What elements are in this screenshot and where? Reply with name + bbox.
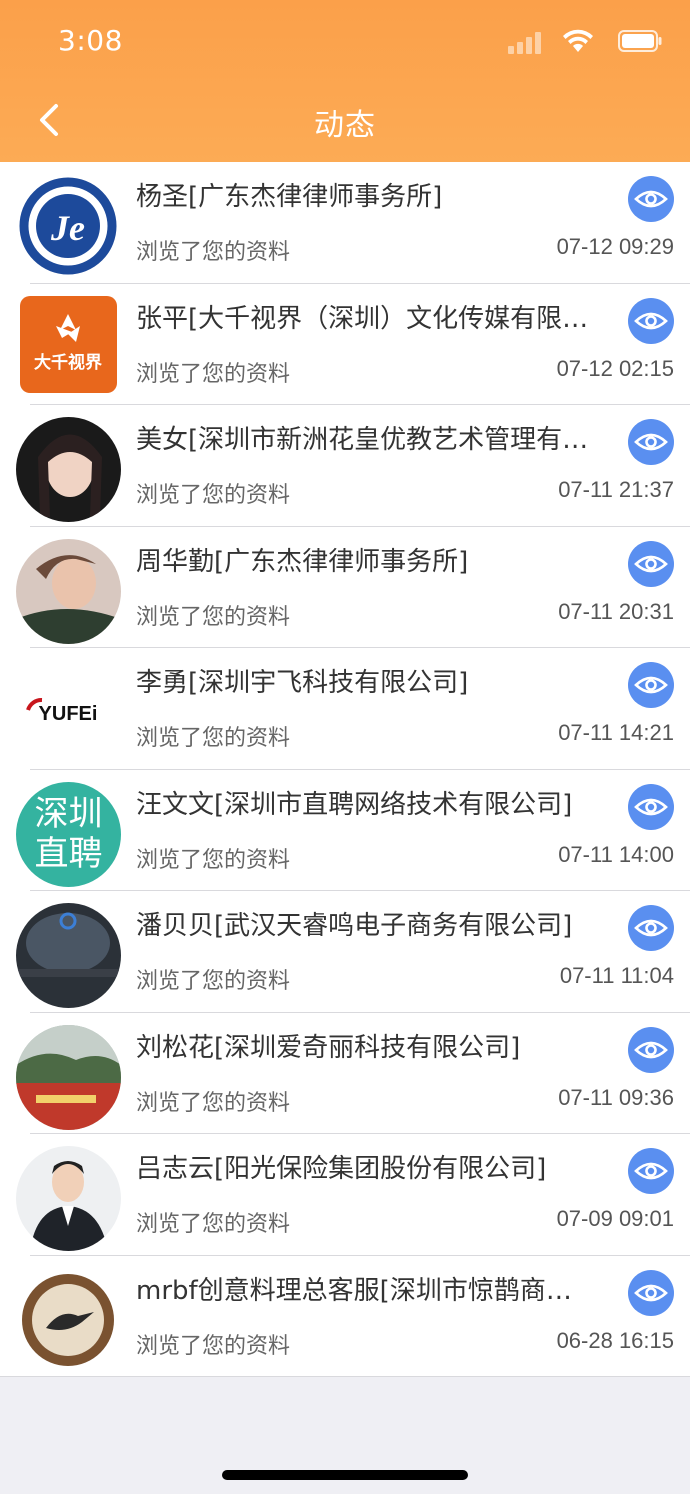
avatar: [16, 1267, 121, 1373]
action-text: 浏览了您的资料: [136, 969, 291, 994]
view-button[interactable]: [628, 1026, 674, 1073]
user-photo-icon: [16, 417, 121, 522]
avatar: [16, 417, 121, 522]
gear-bird-logo-icon: [16, 1267, 121, 1373]
eye-icon: [634, 1284, 668, 1301]
viewer-name: 周华勤[广东杰律律师事务所]: [136, 546, 469, 577]
list-item[interactable]: YUFEi 李勇[深圳宇飞科技有限公司] 浏览了您的资料 07-11 14:21: [0, 648, 690, 770]
viewer-name: 李勇[深圳宇飞科技有限公司]: [136, 668, 469, 698]
activity-list: Je 杨圣[广东杰律律师事务所] 浏览了您的资料 07-12 09:29 大千视…: [0, 162, 690, 1377]
avatar: 大千视界: [20, 295, 117, 393]
avatar: [16, 903, 121, 1008]
group-photo-icon: [16, 1024, 121, 1130]
timestamp: 07-12 02:15: [556, 355, 674, 381]
avatar: [16, 1024, 121, 1130]
view-button[interactable]: [628, 905, 674, 951]
avatar: [16, 1146, 121, 1251]
user-photo-icon: [16, 538, 121, 644]
timestamp: 07-11 21:37: [558, 477, 674, 502]
action-text: 浏览了您的资料: [136, 361, 291, 387]
avatar: YUFEi: [16, 660, 121, 765]
list-item[interactable]: 潘贝贝[武汉天睿鸣电子商务有限公司] 浏览了您的资料 07-11 11:04: [0, 891, 690, 1013]
view-button[interactable]: [628, 540, 674, 587]
page-title: 动态: [314, 108, 376, 143]
company-photo-icon: [16, 903, 121, 1008]
view-button[interactable]: [628, 662, 674, 708]
action-text: 浏览了您的资料: [136, 604, 291, 630]
avatar-text: 深圳直聘: [34, 793, 103, 874]
action-text: 浏览了您的资料: [136, 1212, 291, 1237]
wifi-icon: [563, 29, 593, 52]
view-button[interactable]: [628, 176, 674, 222]
action-text: 浏览了您的资料: [136, 1333, 291, 1359]
svg-text:YUFEi: YUFEi: [39, 703, 98, 725]
view-button[interactable]: [628, 1269, 674, 1316]
eye-icon: [634, 676, 668, 694]
svg-text:Je: Je: [50, 208, 85, 248]
eye-icon: [634, 1041, 668, 1058]
action-text: 浏览了您的资料: [136, 726, 291, 751]
list-item[interactable]: 大千视界 张平[大千视界（深圳）文化传媒有限… 浏览了您的资料 07-12 02…: [0, 284, 690, 406]
nav-header: 3:08 动态: [0, 0, 690, 162]
eye-icon: [634, 798, 668, 815]
timestamp: 07-11 14:21: [558, 720, 674, 745]
eye-icon: [634, 312, 668, 329]
avatar: [16, 538, 121, 644]
timestamp: 07-11 11:04: [559, 963, 674, 988]
action-text: 浏览了您的资料: [136, 1090, 291, 1116]
eye-icon: [634, 555, 668, 572]
user-photo-icon: [16, 1146, 121, 1251]
battery-icon: [618, 30, 662, 52]
timestamp: 07-11 20:31: [558, 598, 674, 624]
eye-icon: [634, 433, 668, 451]
viewer-name: 杨圣[广东杰律律师事务所]: [136, 182, 443, 212]
action-text: 浏览了您的资料: [136, 240, 291, 265]
status-time: 3:08: [58, 24, 123, 57]
view-button[interactable]: [628, 783, 674, 830]
timestamp: 07-12 09:29: [556, 234, 674, 259]
viewer-name: 潘贝贝[武汉天睿鸣电子商务有限公司]: [136, 911, 573, 941]
list-item[interactable]: 周华勤[广东杰律律师事务所] 浏览了您的资料 07-11 20:31: [0, 527, 690, 649]
zhipin-logo: 深圳直聘: [16, 781, 121, 887]
viewer-name: 汪文文[深圳市直聘网络技术有限公司]: [136, 789, 573, 820]
list-item[interactable]: 深圳直聘 汪文文[深圳市直聘网络技术有限公司] 浏览了您的资料 07-11 14…: [0, 770, 690, 892]
viewer-name: 吕志云[阳光保险集团股份有限公司]: [136, 1154, 547, 1184]
avatar: 深圳直聘: [16, 781, 121, 887]
eye-icon: [634, 1162, 668, 1180]
action-text: 浏览了您的资料: [136, 847, 291, 873]
daqian-logo-icon: 大千视界: [20, 295, 117, 393]
action-text: 浏览了您的资料: [136, 483, 291, 508]
list-item[interactable]: 吕志云[阳光保险集团股份有限公司] 浏览了您的资料 07-09 09:01: [0, 1134, 690, 1256]
svg-text:大千视界: 大千视界: [34, 352, 102, 373]
viewer-name: mrbf创意料理总客服[深圳市惊鹊商…: [136, 1275, 572, 1306]
viewer-name: 张平[大千视界（深圳）文化传媒有限…: [136, 303, 589, 334]
eye-icon: [634, 919, 668, 937]
yufei-logo-icon: YUFEi: [16, 660, 121, 765]
view-button[interactable]: [628, 297, 674, 344]
law-firm-logo-icon: Je: [16, 174, 121, 279]
view-button[interactable]: [628, 419, 674, 465]
timestamp: 06-28 16:15: [556, 1327, 674, 1353]
viewer-name: 美女[深圳市新洲花皇优教艺术管理有…: [136, 425, 589, 455]
viewer-name: 刘松花[深圳爱奇丽科技有限公司]: [136, 1032, 521, 1063]
timestamp: 07-11 14:00: [558, 841, 674, 867]
view-button[interactable]: [628, 1148, 674, 1194]
list-item[interactable]: 美女[深圳市新洲花皇优教艺术管理有… 浏览了您的资料 07-11 21:37: [0, 405, 690, 527]
status-icons: [502, 28, 662, 58]
cellular-signal-icon: [508, 32, 541, 54]
list-item[interactable]: Je 杨圣[广东杰律律师事务所] 浏览了您的资料 07-12 09:29: [0, 162, 690, 284]
avatar: Je: [16, 174, 121, 279]
timestamp: 07-09 09:01: [556, 1206, 674, 1231]
eye-icon: [634, 190, 668, 208]
timestamp: 07-11 09:36: [558, 1084, 674, 1110]
list-item[interactable]: 刘松花[深圳爱奇丽科技有限公司] 浏览了您的资料 07-11 09:36: [0, 1013, 690, 1135]
list-item[interactable]: mrbf创意料理总客服[深圳市惊鹊商… 浏览了您的资料 06-28 16:15: [0, 1256, 690, 1378]
home-indicator[interactable]: [222, 1470, 468, 1480]
